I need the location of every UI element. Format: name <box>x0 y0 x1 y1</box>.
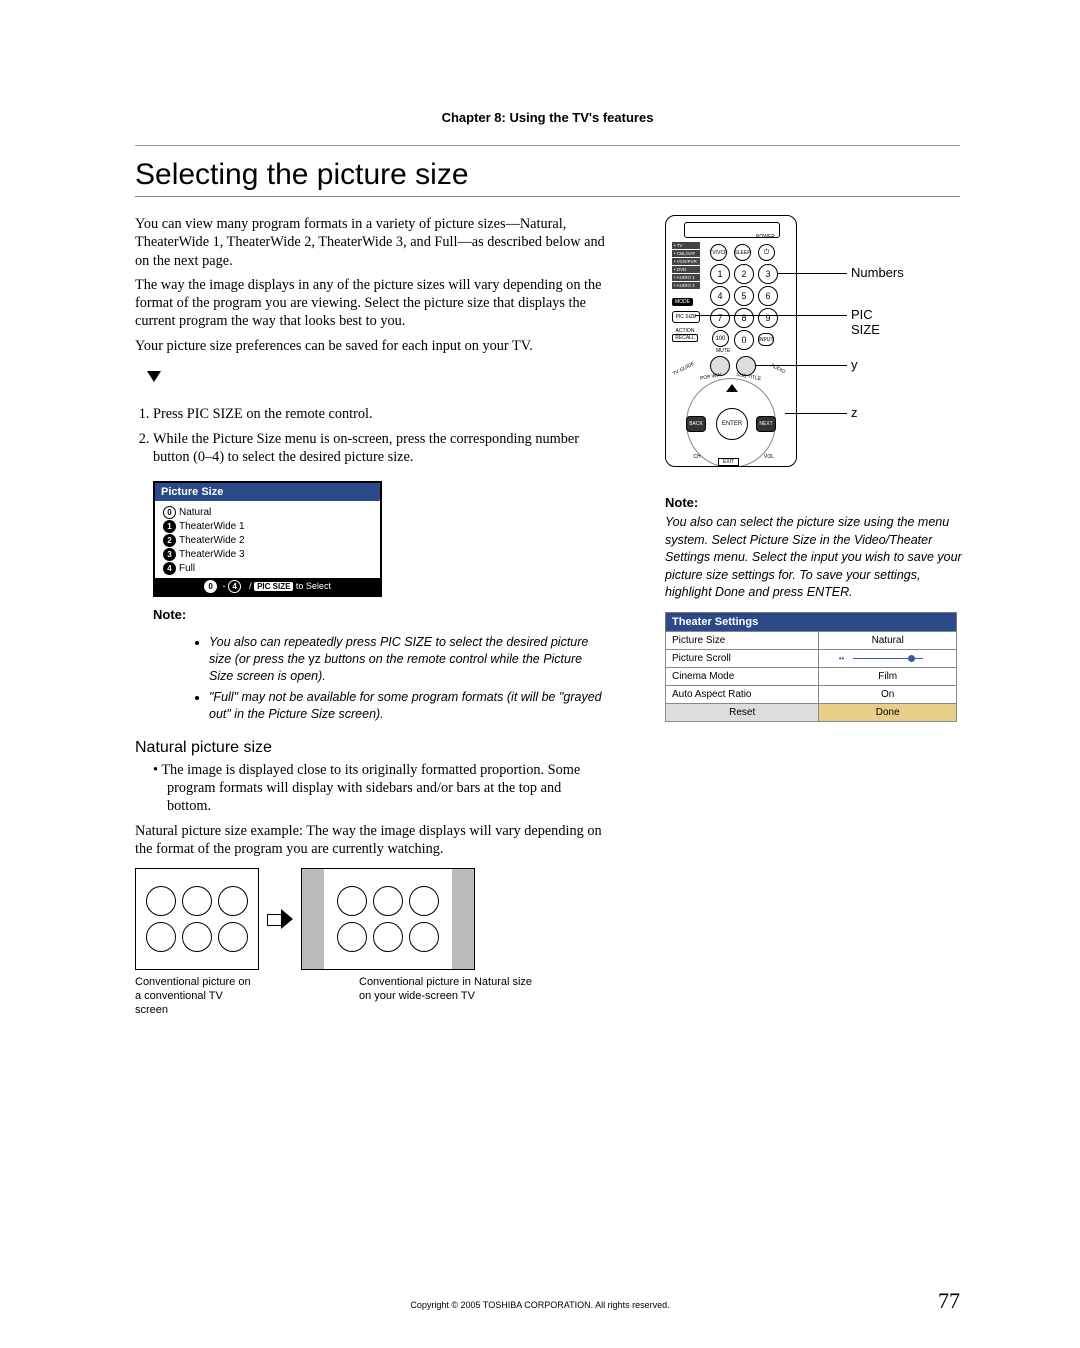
num-6-button[interactable]: 6 <box>758 286 778 306</box>
intro-paragraph-3: Your picture size preferences can be sav… <box>135 337 605 355</box>
steps-list: Press PIC SIZE on the remote control. Wh… <box>135 405 605 467</box>
pic-size-button[interactable]: PIC SIZE <box>672 311 700 323</box>
picture-size-menu-title: Picture Size <box>155 483 380 501</box>
right-note: You also can select the picture size usi… <box>665 514 965 602</box>
picture-size-menu-footer: 0 0 - 4 - 4 / PIC SIZE to Select <box>155 578 380 595</box>
right-note-label: Note: <box>665 495 985 510</box>
caption-left: Conventional picture on a conventional T… <box>135 976 257 1017</box>
theater-settings-table: Theater Settings Picture SizeNatural Pic… <box>665 612 957 722</box>
right-column: • TV • CBL/SAT • VCR/PVR • DVD • AUDIO 1… <box>665 215 985 1017</box>
callout-y: y <box>851 357 858 372</box>
widescreen-tv-icon <box>301 868 475 970</box>
tvvcr-button[interactable]: TV/VCR <box>710 244 727 261</box>
num-2-button[interactable]: 2 <box>734 264 754 284</box>
copyright: Copyright © 2005 TOSHIBA CORPORATION. Al… <box>0 1300 1080 1310</box>
psize-item-2: TheaterWide 2 <box>179 535 245 546</box>
picture-scroll-slider[interactable]: •• <box>853 655 923 661</box>
psize-item-1: TheaterWide 1 <box>179 521 245 532</box>
top-rule <box>135 145 960 146</box>
reset-button[interactable]: Reset <box>666 703 819 721</box>
left-column: You can view many program formats in a v… <box>135 215 605 1017</box>
callout-z: z <box>851 405 858 420</box>
sleep-button[interactable]: SLEEP <box>734 244 751 261</box>
left-note-label: Note: <box>153 607 605 622</box>
psize-item-0: Natural <box>179 507 211 518</box>
chapter-header: Chapter 8: Using the TV's features <box>135 110 960 125</box>
action-label: ACTION RECALL <box>672 328 698 342</box>
page-footer: Copyright © 2005 TOSHIBA CORPORATION. Al… <box>0 1300 1080 1310</box>
num-0-button[interactable]: 0 <box>734 330 754 350</box>
num-8-button[interactable]: 8 <box>734 308 754 328</box>
num-100-button[interactable]: 100 <box>712 330 729 347</box>
step-2: While the Picture Size menu is on-screen… <box>153 430 605 467</box>
input-button[interactable]: INPUT <box>758 333 774 346</box>
enter-button[interactable]: ENTER <box>716 408 748 440</box>
intro-paragraph-1: You can view many program formats in a v… <box>135 215 605 270</box>
procedure-marker-icon <box>147 371 161 382</box>
left-note-2: "Full" may not be available for some pro… <box>209 689 605 723</box>
page-number: 77 <box>938 1288 960 1314</box>
psize-item-3: TheaterWide 3 <box>179 549 245 560</box>
title-rule <box>135 196 960 197</box>
caption-right: Conventional picture in Natural size on … <box>359 976 539 1017</box>
num-4-button[interactable]: 4 <box>710 286 730 306</box>
remote-diagram: • TV • CBL/SAT • VCR/PVR • DVD • AUDIO 1… <box>665 215 875 465</box>
num-3-button[interactable]: 3 <box>758 264 778 284</box>
natural-bullet: The image is displayed close to its orig… <box>167 761 605 816</box>
mute-label: MUTE <box>716 348 730 354</box>
step-1: Press PIC SIZE on the remote control. <box>153 405 605 424</box>
num-7-button[interactable]: 7 <box>710 308 730 328</box>
picture-size-menu: Picture Size 0Natural 1TheaterWide 1 2Th… <box>153 481 382 597</box>
psize-item-4: Full <box>179 563 195 574</box>
done-button[interactable]: Done <box>819 703 957 721</box>
power-button[interactable]: ⏻ <box>758 244 775 261</box>
conventional-tv-icon <box>135 868 259 970</box>
arrow-right-icon <box>267 911 293 927</box>
num-5-button[interactable]: 5 <box>734 286 754 306</box>
example-row <box>135 868 605 970</box>
left-note-list: You also can repeatedly press PIC SIZE t… <box>153 634 605 722</box>
page-title: Selecting the picture size <box>135 158 960 192</box>
intro-paragraph-2: The way the image displays in any of the… <box>135 276 605 331</box>
num-9-button[interactable]: 9 <box>758 308 778 328</box>
example-intro: Natural picture size example: The way th… <box>135 822 605 859</box>
theater-title: Theater Settings <box>666 612 957 631</box>
natural-subhead: Natural picture size <box>135 739 605 757</box>
next-button[interactable]: NEXT <box>756 416 776 432</box>
left-note-1: You also can repeatedly press PIC SIZE t… <box>209 634 605 685</box>
num-1-button[interactable]: 1 <box>710 264 730 284</box>
back-button[interactable]: BACK <box>686 416 706 432</box>
callout-numbers: Numbers <box>851 265 904 280</box>
callout-picsize: PIC SIZE <box>851 307 880 337</box>
